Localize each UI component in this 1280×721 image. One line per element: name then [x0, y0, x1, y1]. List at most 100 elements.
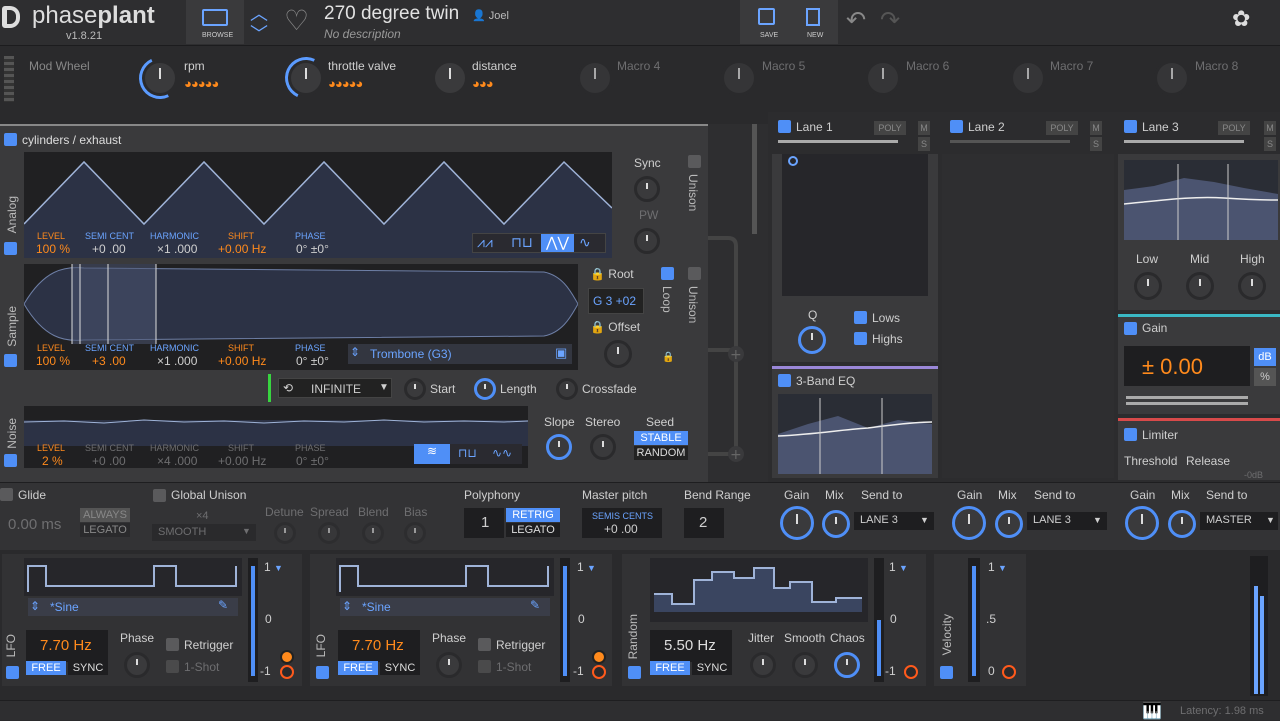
- lfo2-shape-field[interactable]: ⇕ *Sine ✎: [340, 598, 550, 616]
- random-sync-button[interactable]: SYNC: [692, 661, 732, 675]
- gain-pct-button[interactable]: %: [1254, 368, 1276, 386]
- length-knob[interactable]: [474, 378, 496, 400]
- noise-harmonic-value[interactable]: ×4 .000: [157, 454, 197, 468]
- retrig-button[interactable]: RETRIG: [506, 508, 560, 522]
- undo-icon[interactable]: ↶: [846, 6, 866, 35]
- sample-name-field[interactable]: ⇕ Trombone (G3) ▣: [348, 344, 572, 364]
- edit-pencil-icon[interactable]: ✎: [218, 598, 228, 612]
- sync-knob[interactable]: [634, 176, 660, 202]
- sample-semi-value[interactable]: +3 .00: [92, 354, 126, 368]
- gain-checkbox[interactable]: [1124, 322, 1137, 335]
- analog-unison-checkbox[interactable]: [688, 155, 701, 168]
- triangle-wave-icon[interactable]: ⋀⋁: [541, 234, 574, 252]
- sample-unison-checkbox[interactable]: [688, 267, 701, 280]
- favorite-heart-icon[interactable]: ♡: [284, 4, 309, 37]
- macro-8-knob[interactable]: [1154, 60, 1190, 96]
- sample-nav-arrows-icon[interactable]: ⇕: [350, 345, 360, 359]
- legato-button[interactable]: LEGATO: [506, 523, 560, 537]
- send2-dest-dropdown[interactable]: LANE 3 ▼: [1027, 512, 1107, 530]
- lfo2-add-target-icon[interactable]: [592, 665, 606, 679]
- lfo1-retrigger-checkbox[interactable]: [166, 638, 179, 651]
- velocity-add-target-icon[interactable]: [1002, 665, 1016, 679]
- preset-title[interactable]: 270 degree twin: [324, 3, 459, 25]
- sine-wave-icon[interactable]: ∿: [579, 234, 591, 251]
- waveform-shape-selector[interactable]: ⩘⩘ ⊓⊔ ⋀⋁ ∿: [472, 233, 606, 253]
- loop-mode-dropdown[interactable]: ⟲ INFINITE ▼: [278, 378, 392, 398]
- random-add-target-icon[interactable]: [904, 665, 918, 679]
- macro-5-knob[interactable]: [721, 60, 757, 96]
- detune-knob[interactable]: [274, 522, 296, 544]
- lane2-mute-button[interactable]: M: [1090, 121, 1102, 135]
- low-knob[interactable]: [1134, 272, 1162, 300]
- gain-value-display[interactable]: ± 0.00: [1124, 346, 1250, 386]
- lfo2-oneshot-checkbox[interactable]: [478, 660, 491, 673]
- square-wave-icon[interactable]: ⊓⊔: [511, 234, 533, 251]
- noise-phase-value[interactable]: 0° ±0°: [296, 454, 329, 468]
- lane3-checkbox[interactable]: [1124, 120, 1137, 133]
- lane3-level-bar[interactable]: [1124, 140, 1244, 143]
- send2-gain-knob[interactable]: [952, 506, 986, 540]
- unison-mode-dropdown[interactable]: SMOOTH ▼: [152, 524, 256, 541]
- lfo1-shape-field[interactable]: ⇕ *Sine ✎: [28, 598, 238, 616]
- sample-save-icon[interactable]: ▣: [555, 345, 567, 361]
- lfo1-shape-display[interactable]: [24, 558, 242, 596]
- lane3-eq-display[interactable]: [1124, 160, 1278, 240]
- spread-knob[interactable]: [318, 522, 340, 544]
- lfo2-phase-knob[interactable]: [436, 652, 462, 678]
- bias-knob[interactable]: [404, 522, 426, 544]
- lfo2-checkbox[interactable]: [316, 666, 329, 679]
- analog-shift-value[interactable]: +0.00 Hz: [218, 242, 266, 256]
- noise-level-value[interactable]: 2 %: [42, 454, 63, 468]
- lfo1-oneshot-checkbox[interactable]: [166, 660, 179, 673]
- noise-stepped-icon[interactable]: ⊓⊔: [458, 446, 477, 460]
- lane2-level-bar[interactable]: [950, 140, 1070, 143]
- shape-nav-arrows-icon[interactable]: ⇕: [30, 599, 40, 613]
- lfo2-sync-button[interactable]: SYNC: [380, 661, 420, 675]
- lane1-mute-button[interactable]: M: [918, 121, 930, 135]
- macro-distance-knob[interactable]: [432, 60, 468, 96]
- lane2-solo-button[interactable]: S: [1090, 137, 1102, 151]
- sample-level-value[interactable]: 100 %: [36, 354, 70, 368]
- pw-knob[interactable]: [634, 228, 660, 254]
- lfo1-phase-knob[interactable]: [124, 652, 150, 678]
- sample-phase-value[interactable]: 0° ±0°: [296, 354, 329, 368]
- polyphony-field[interactable]: 1: [464, 508, 504, 538]
- highs-checkbox[interactable]: [854, 332, 867, 345]
- filter-xy-point[interactable]: [788, 156, 798, 166]
- mod-wheel-slider[interactable]: [4, 56, 14, 102]
- velocity-depth-slider[interactable]: [968, 558, 980, 682]
- offset-knob[interactable]: [604, 340, 632, 368]
- lfo1-checkbox[interactable]: [6, 666, 19, 679]
- q-knob[interactable]: [798, 326, 826, 354]
- smooth-knob[interactable]: [792, 652, 818, 678]
- noise-shift-value[interactable]: +0.00 Hz: [218, 454, 266, 468]
- lfo2-retrigger-checkbox[interactable]: [478, 638, 491, 651]
- analog-level-value[interactable]: 100 %: [36, 242, 70, 256]
- lane1-poly-button[interactable]: POLY: [874, 121, 906, 135]
- loop-checkbox[interactable]: [661, 267, 674, 280]
- eq3-checkbox[interactable]: [778, 374, 791, 387]
- lane1-solo-button[interactable]: S: [918, 137, 930, 151]
- send1-mix-knob[interactable]: [822, 510, 850, 538]
- lfo1-rate-field[interactable]: 7.70 Hz: [26, 630, 108, 662]
- send2-mix-knob[interactable]: [995, 510, 1023, 538]
- master-pitch-field[interactable]: SEMIS CENTS +0 .00: [582, 508, 662, 538]
- lfo1-depth-slider[interactable]: [248, 558, 258, 682]
- analog-harmonic-value[interactable]: ×1 .000: [157, 242, 197, 256]
- lfo2-rate-field[interactable]: 7.70 Hz: [338, 630, 420, 662]
- random-free-button[interactable]: FREE: [650, 661, 690, 675]
- sample-harmonic-value[interactable]: ×1 .000: [157, 354, 197, 368]
- send1-gain-knob[interactable]: [780, 506, 814, 540]
- slope-knob[interactable]: [546, 434, 572, 460]
- glide-legato-button[interactable]: LEGATO: [80, 523, 130, 537]
- lane1-checkbox[interactable]: [778, 120, 791, 133]
- random-checkbox[interactable]: [628, 666, 641, 679]
- sample-enable-checkbox[interactable]: [4, 354, 17, 367]
- lane3-solo-button[interactable]: S: [1264, 137, 1276, 151]
- shape-nav-arrows-icon[interactable]: ⇕: [342, 599, 352, 613]
- macro-4-knob[interactable]: [577, 60, 613, 96]
- chaos-knob[interactable]: [834, 652, 860, 678]
- piano-keyboard-icon[interactable]: 🎹: [1142, 701, 1162, 721]
- root-note-field[interactable]: G 3 +02: [588, 288, 644, 314]
- saw-wave-icon[interactable]: ⩘⩘: [477, 234, 493, 251]
